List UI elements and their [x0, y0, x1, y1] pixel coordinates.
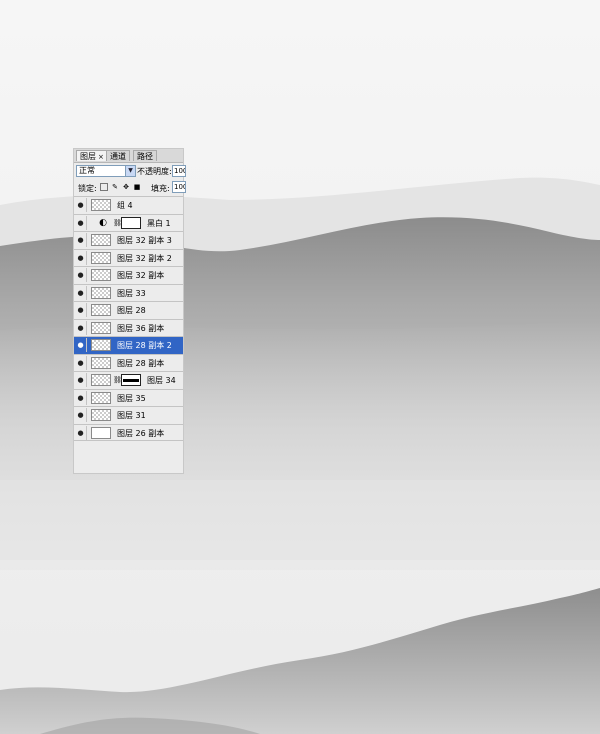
layer-row[interactable]: ● 图层 33 — [74, 283, 183, 301]
layer-list: ● 组 4 ● ◐ ⛓ 黑白 1 ● 图层 32 副本 3 ● 图层 32 副本… — [74, 196, 183, 441]
eye-icon[interactable]: ● — [75, 425, 87, 440]
eye-icon[interactable]: ● — [75, 250, 87, 265]
eye-icon[interactable]: ● — [75, 198, 87, 212]
layer-name: 图层 33 — [117, 288, 146, 298]
layer-mask-thumbnail — [121, 374, 141, 386]
layer-thumbnail — [91, 391, 111, 404]
layer-thumbnail — [91, 199, 111, 211]
eye-icon[interactable]: ● — [75, 320, 87, 335]
layer-thumbnail — [91, 286, 111, 299]
layer-name: 图层 32 副本 2 — [117, 253, 172, 263]
layer-name: 图层 28 副本 — [117, 358, 165, 368]
tab-paths[interactable]: 路径 — [133, 150, 157, 161]
tab-layers-label: 图层 — [80, 152, 96, 161]
layer-name: 图层 26 副本 — [117, 428, 165, 438]
layer-thumbnail — [91, 409, 111, 421]
lock-label: 锁定: — [78, 184, 97, 193]
fill-label: 填充: — [151, 184, 170, 193]
eye-icon[interactable]: ● — [75, 215, 87, 230]
layer-thumbnail — [91, 426, 111, 439]
tab-channels-label: 通道 — [110, 152, 126, 161]
layer-name: 图层 28 副本 2 — [117, 341, 172, 350]
layer-row[interactable]: ● 组 4 — [74, 196, 183, 214]
layer-name: 图层 36 副本 — [117, 323, 165, 333]
layer-thumbnail — [91, 304, 111, 316]
mask-stroke — [123, 379, 139, 382]
tab-layers[interactable]: 图层 × — [76, 150, 108, 161]
layer-thumbnail — [91, 269, 111, 281]
opacity-input[interactable]: 100 — [172, 165, 186, 177]
layer-name: 图层 35 — [117, 393, 146, 403]
layer-row[interactable]: ● 图层 32 副本 2 — [74, 248, 183, 266]
eye-icon[interactable]: ● — [75, 268, 87, 282]
eye-icon[interactable]: ● — [75, 390, 87, 405]
chevron-down-icon[interactable]: ▼ — [125, 166, 135, 176]
eye-icon[interactable]: ● — [75, 285, 87, 300]
layer-row[interactable]: ● 图层 35 — [74, 388, 183, 406]
eye-icon[interactable]: ● — [75, 303, 87, 317]
eye-icon[interactable]: ● — [75, 355, 87, 370]
blend-mode-value: 正常 — [79, 166, 95, 175]
layer-thumbnail — [91, 339, 111, 351]
move-icon[interactable]: ✥ — [122, 183, 130, 191]
layer-row-selected[interactable]: ● 图层 28 副本 2 — [74, 336, 183, 354]
layer-name: 图层 28 — [117, 306, 146, 315]
layer-thumbnail — [91, 321, 111, 334]
layer-thumbnail — [91, 251, 111, 264]
layer-name: 组 4 — [117, 201, 133, 210]
lock-icon[interactable]: ■ — [133, 183, 141, 191]
layer-row[interactable]: ● 图层 28 — [74, 301, 183, 319]
tab-channels[interactable]: 通道 — [106, 150, 130, 161]
layer-row[interactable]: ● ◐ ⛓ 黑白 1 — [74, 213, 183, 231]
adjustment-icon: ◐ — [99, 217, 107, 228]
layer-name: 黑白 1 — [147, 218, 171, 228]
layer-name: 图层 32 副本 3 — [117, 236, 172, 245]
layer-name: 图层 31 — [117, 411, 146, 420]
layer-row[interactable]: ● 图层 36 副本 — [74, 318, 183, 336]
eye-icon[interactable]: ● — [75, 233, 87, 247]
eye-icon[interactable]: ● — [75, 408, 87, 422]
layer-thumbnail — [91, 234, 111, 246]
lock-transparency-icon[interactable] — [100, 183, 108, 191]
eye-icon[interactable]: ● — [75, 338, 87, 352]
layer-thumbnail — [91, 374, 111, 386]
layer-thumbnail — [91, 356, 111, 369]
close-icon[interactable]: × — [98, 153, 104, 161]
layer-row[interactable]: ● 图层 32 副本 — [74, 266, 183, 284]
opacity-label: 不透明度: — [137, 167, 172, 176]
tab-paths-label: 路径 — [137, 152, 153, 161]
blend-mode-select[interactable]: 正常 ▼ — [76, 165, 136, 177]
layer-mask-thumbnail — [121, 216, 141, 229]
layer-row[interactable]: ● 图层 28 副本 — [74, 353, 183, 371]
layer-row[interactable]: ● 图层 31 — [74, 406, 183, 424]
layer-name: 图层 34 — [147, 376, 176, 385]
layer-name: 图层 32 副本 — [117, 271, 165, 280]
layer-row[interactable]: ● 图层 26 副本 — [74, 423, 183, 441]
layer-row[interactable]: ● ⛓ 图层 34 — [74, 371, 183, 389]
eye-icon[interactable]: ● — [75, 373, 87, 387]
layer-row[interactable]: ● 图层 32 副本 3 — [74, 231, 183, 249]
layers-panel: 图层× 通道 路径 正常 ▼ 不透明度: 100 锁定: ✎ ✥ ■ 填充: 1… — [73, 148, 186, 474]
brush-icon[interactable]: ✎ — [111, 183, 119, 191]
fill-input[interactable]: 100 — [172, 181, 186, 193]
panel-tabs: 图层 × 通道 路径 — [74, 149, 183, 163]
